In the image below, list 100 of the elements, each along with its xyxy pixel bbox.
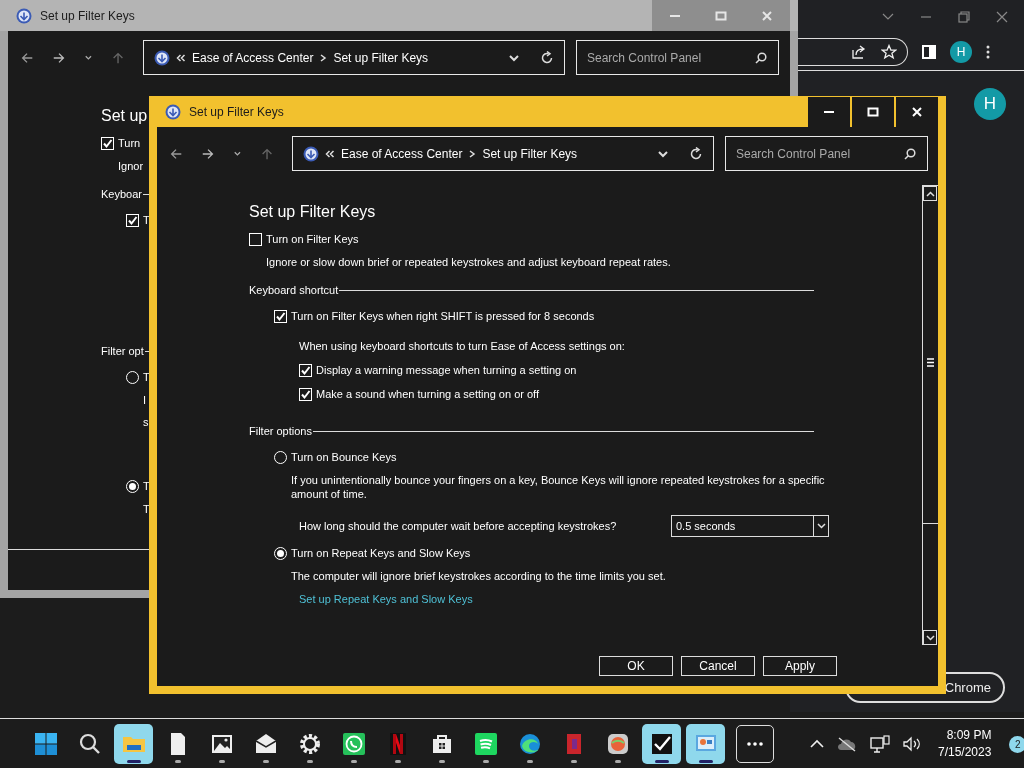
star-icon[interactable] bbox=[881, 44, 897, 60]
control-panel-icon bbox=[16, 7, 32, 24]
search-field[interactable]: Search Control Panel bbox=[576, 40, 779, 75]
description-text: The computer will ignore brief keystrokes according to the time limits you set. bbox=[291, 569, 666, 583]
group-label: Keyboar bbox=[101, 187, 142, 202]
search-icon bbox=[904, 148, 916, 160]
page-heading: Set up Filter Keys bbox=[249, 202, 376, 222]
chevron-right-icon bbox=[319, 52, 328, 63]
windows-logo-icon bbox=[33, 732, 58, 756]
network-icon[interactable] bbox=[870, 735, 890, 753]
clock-date[interactable]: 7/15/2023 bbox=[938, 744, 992, 761]
taskbar-app-button[interactable] bbox=[686, 724, 725, 764]
scrollbar[interactable] bbox=[922, 185, 938, 645]
description-text: s bbox=[143, 415, 149, 429]
link[interactable]: Set up Repeat Keys and Slow Keys bbox=[299, 593, 473, 605]
double-chevron-icon bbox=[176, 52, 186, 63]
checkbox[interactable] bbox=[249, 232, 262, 246]
radio-label[interactable]: T bbox=[143, 369, 150, 385]
address-bar[interactable]: Ease of Access Center Set up Filter Keys bbox=[292, 136, 714, 171]
maximize-button[interactable] bbox=[850, 97, 894, 127]
checkbox[interactable] bbox=[274, 309, 287, 323]
clock-time[interactable]: 8:09 PM bbox=[946, 727, 992, 744]
radio-label[interactable]: Turn on Bounce Keys bbox=[291, 449, 397, 465]
checkmark-icon bbox=[649, 732, 674, 756]
breadcrumb-item[interactable]: Set up Filter Keys bbox=[333, 50, 429, 65]
checkbox-label[interactable]: Turn bbox=[118, 135, 141, 151]
taskbar-app-button[interactable] bbox=[114, 724, 153, 764]
caret-up-icon bbox=[925, 190, 935, 197]
control-panel-icon bbox=[165, 103, 181, 120]
window-title: Set up Filter Keys bbox=[189, 104, 285, 119]
refresh-icon[interactable] bbox=[540, 50, 554, 65]
cloud-off-icon[interactable] bbox=[836, 736, 858, 752]
share-icon[interactable] bbox=[851, 44, 867, 60]
caret-down-icon bbox=[816, 523, 826, 529]
maximize-icon bbox=[867, 106, 879, 118]
envelope-icon bbox=[253, 732, 278, 756]
side-panel-icon[interactable] bbox=[922, 45, 936, 59]
scroll-down-button[interactable] bbox=[923, 630, 937, 645]
checkbox[interactable] bbox=[126, 213, 139, 227]
breadcrumb-item[interactable]: Ease of Access Center bbox=[341, 146, 463, 161]
group-label: Keyboard shortcut bbox=[249, 283, 339, 298]
close-button[interactable] bbox=[894, 97, 938, 127]
checkbox-label[interactable]: Make a sound when turning a setting on or off bbox=[316, 386, 539, 402]
image-icon bbox=[209, 732, 234, 756]
notification-badge[interactable]: 2 bbox=[1009, 735, 1024, 753]
close-icon bbox=[911, 106, 923, 118]
close-icon bbox=[761, 9, 773, 22]
control-panel-icon bbox=[154, 49, 170, 66]
taskbar-app-button[interactable] bbox=[642, 724, 681, 764]
search-icon bbox=[755, 52, 767, 64]
dialog-button[interactable]: Apply bbox=[763, 655, 837, 676]
volume-icon[interactable] bbox=[902, 736, 922, 752]
breadcrumb-item[interactable]: Ease of Access Center bbox=[192, 50, 314, 65]
radio-label[interactable]: Turn on Repeat Keys and Slow Keys bbox=[291, 545, 471, 561]
window-title: Set up Filter Keys bbox=[40, 8, 136, 23]
checkbox-label[interactable]: Display a warning message when turning a setting on bbox=[316, 362, 577, 378]
dialog-button[interactable]: Cancel bbox=[681, 655, 755, 676]
refresh-icon[interactable] bbox=[689, 146, 703, 161]
overflow-button[interactable] bbox=[736, 725, 774, 763]
control-panel-icon bbox=[303, 145, 319, 162]
dropdown[interactable]: 0.5 seconds bbox=[671, 515, 829, 537]
field-label: How long should the computer wait before accepting keystrokes? bbox=[299, 519, 618, 534]
minimize-button[interactable] bbox=[806, 97, 850, 127]
description-text: T bbox=[143, 502, 150, 516]
grip-icon bbox=[927, 357, 934, 367]
more-icon bbox=[746, 742, 764, 746]
scroll-up-button[interactable] bbox=[923, 186, 937, 201]
search-field[interactable]: Search Control Panel bbox=[725, 136, 928, 171]
restore-icon[interactable] bbox=[958, 11, 970, 23]
description-text: Ignor bbox=[118, 159, 144, 173]
gear-icon bbox=[297, 732, 322, 756]
double-chevron-icon bbox=[325, 148, 335, 159]
minimize-icon bbox=[670, 14, 680, 17]
more-menu-icon[interactable] bbox=[986, 45, 990, 59]
wave-circle-icon bbox=[517, 732, 542, 756]
caret-down-icon bbox=[925, 634, 935, 641]
checkbox[interactable] bbox=[299, 363, 312, 377]
checkbox-label[interactable]: Turn on Filter Keys bbox=[266, 231, 359, 247]
minimize-icon bbox=[824, 111, 834, 113]
dialog-button[interactable]: OK bbox=[599, 655, 673, 676]
breadcrumb-item[interactable]: Set up Filter Keys bbox=[482, 146, 578, 161]
radio-label[interactable]: T bbox=[143, 478, 150, 494]
close-icon[interactable] bbox=[996, 11, 1008, 23]
checkbox[interactable] bbox=[299, 387, 312, 401]
checkbox-label[interactable]: Turn on Filter Keys when right SHIFT is pressed for 8 seconds bbox=[291, 308, 595, 324]
search-icon bbox=[78, 733, 101, 755]
page-heading: Set up bbox=[101, 106, 148, 126]
description-text: I bbox=[143, 393, 147, 407]
group-label: Filter options bbox=[249, 424, 312, 439]
group-label: Filter opt bbox=[101, 344, 144, 359]
sound-waves-icon bbox=[473, 732, 498, 756]
chevron-up-icon[interactable] bbox=[810, 739, 824, 749]
address-bar[interactable]: Ease of Access Center Set up Filter Keys bbox=[143, 40, 565, 75]
checkbox[interactable] bbox=[101, 136, 114, 150]
chat-bubble-icon bbox=[341, 732, 366, 756]
chevron-right-icon bbox=[468, 148, 477, 159]
checkbox-label[interactable]: T bbox=[143, 212, 150, 228]
instruction-text: When using keyboard shortcuts to turn Ease of Access settings on: bbox=[299, 340, 625, 352]
maximize-icon bbox=[715, 9, 727, 22]
description-text: If you unintentionally bounce your fingers on a key, Bounce Keys will ignore repeated keystrokes for a specific amount of time. bbox=[291, 473, 826, 501]
